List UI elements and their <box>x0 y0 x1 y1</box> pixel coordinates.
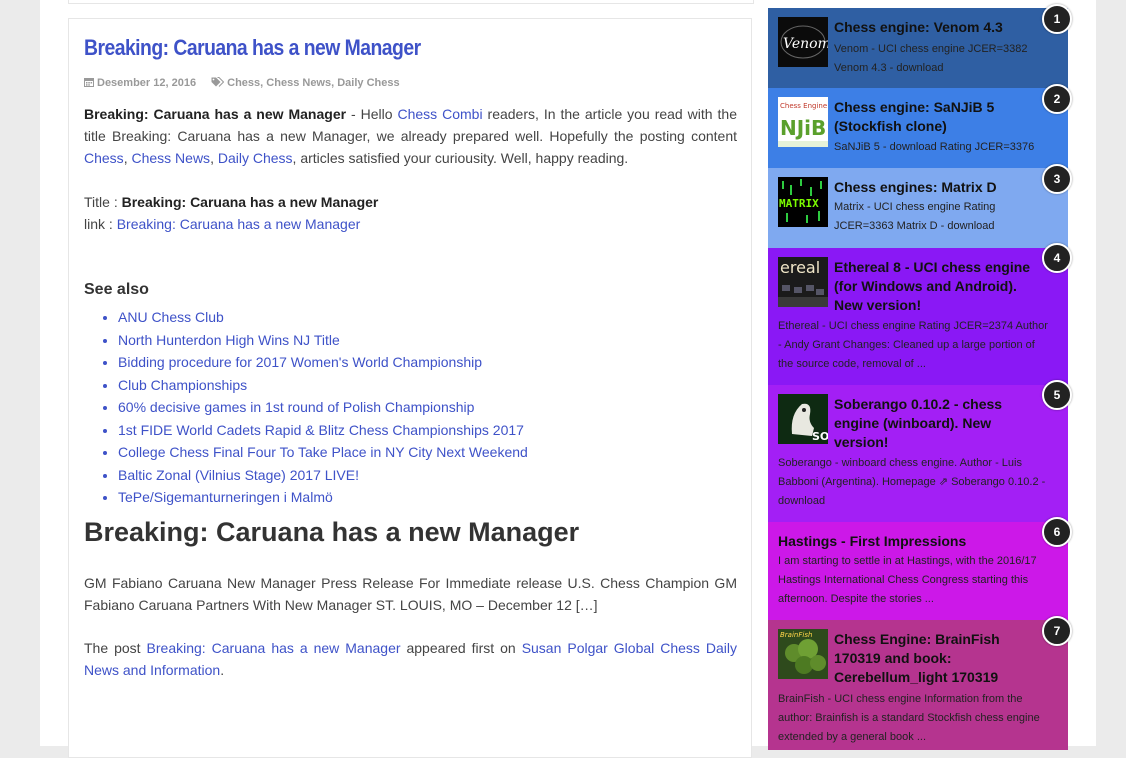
see-also-link[interactable]: North Hunterdon High Wins NJ Title <box>118 332 340 348</box>
post-thumbnail[interactable]: ereal <box>778 257 828 307</box>
post-excerpt: Soberango - winboard chess engine. Autho… <box>778 457 1046 507</box>
intro-paragraph: Breaking: Caruana has a new Manager - He… <box>84 106 737 166</box>
thumb-label: NJiB <box>780 116 826 140</box>
list-item: Baltic Zonal (Vilnius Stage) 2017 LIVE! <box>118 464 528 487</box>
thumb-label: MATRIX <box>779 197 819 210</box>
see-also-link[interactable]: TePe/Sigemanturneringen i Malmö <box>118 489 333 505</box>
list-item: Bidding procedure for 2017 Women's World… <box>118 351 528 374</box>
popular-post-1[interactable]: Venom Chess engine: Venom 4.3 Venom - UC… <box>768 8 1068 88</box>
post-title-link[interactable]: Chess Engine: BrainFish 170319 and book:… <box>834 630 1039 687</box>
meta-tag-chess-news[interactable]: Chess News <box>266 77 331 89</box>
post-date: Desember 12, 2016 <box>97 77 197 89</box>
post-tags: Chess, Chess News, Daily Chess <box>211 77 400 90</box>
calendar-icon <box>84 77 94 90</box>
list-item: 1st FIDE World Cadets Rapid & Blitz Ches… <box>118 419 528 442</box>
see-also-link[interactable]: Club Championships <box>118 377 247 393</box>
rank-badge: 2 <box>1042 84 1072 114</box>
popular-post-2[interactable]: Chess Engine NJiB Chess engine: SaNJiB 5 … <box>768 88 1068 168</box>
site-link[interactable]: Chess Combi <box>397 106 482 122</box>
post-excerpt: Venom - UCI chess engine JCER=3382 Venom… <box>834 43 1028 74</box>
popular-post-7[interactable]: BrainFish Chess Engine: BrainFish 170319… <box>768 620 1068 750</box>
permalink[interactable]: Breaking: Caruana has a new Manager <box>117 216 361 232</box>
popular-post-3[interactable]: MATRIX Chess engines: Matrix D Matrix - … <box>768 168 1068 248</box>
thumb-label: SO <box>812 430 828 443</box>
svg-text:Chess Engine: Chess Engine <box>780 102 827 110</box>
article-card: Breaking: Caruana has a new Manager Dese… <box>68 18 752 758</box>
intro-tag-daily-chess[interactable]: Daily Chess <box>218 150 293 166</box>
post-meta: Desember 12, 2016 Chess, Chess News, Dai… <box>84 77 400 90</box>
body-paragraph: GM Fabiano Caruana New Manager Press Rel… <box>84 575 737 613</box>
post-excerpt: Matrix - UCI chess engine Rating JCER=33… <box>834 201 996 232</box>
post-excerpt: SaNJiB 5 - download Rating JCER=3376 <box>834 141 1035 153</box>
post-thumbnail[interactable]: Chess Engine NJiB <box>778 97 828 147</box>
post-title-link[interactable]: Hastings - First Impressions <box>778 532 1038 551</box>
see-also-link[interactable]: College Chess Final Four To Take Place i… <box>118 444 528 460</box>
title-line: Title : Breaking: Caruana has a new Mana… <box>84 194 379 210</box>
see-also-link[interactable]: Bidding procedure for 2017 Women's World… <box>118 354 482 370</box>
post-thumbnail[interactable]: Venom <box>778 17 828 67</box>
see-also-link[interactable]: ANU Chess Club <box>118 309 224 325</box>
popular-post-4[interactable]: ereal Ethereal 8 - UCI chess engine (for… <box>768 248 1068 385</box>
post-title[interactable]: Breaking: Caruana has a new Manager <box>84 35 421 61</box>
popular-post-6[interactable]: Hastings - First Impressions I am starti… <box>768 522 1068 620</box>
rank-badge: 7 <box>1042 616 1072 646</box>
post-title-link[interactable]: Ethereal 8 - UCI chess engine (for Windo… <box>834 258 1039 315</box>
see-also-link[interactable]: Baltic Zonal (Vilnius Stage) 2017 LIVE! <box>118 467 359 483</box>
rank-badge: 6 <box>1042 517 1072 547</box>
intro-bold-title: Breaking: Caruana has a new Manager <box>84 106 347 122</box>
post-excerpt: I am starting to settle in at Hastings, … <box>778 555 1037 605</box>
post-thumbnail[interactable]: SO <box>778 394 828 444</box>
popular-posts-sidebar: Venom Chess engine: Venom 4.3 Venom - UC… <box>768 8 1068 750</box>
link-line: link : Breaking: Caruana has a new Manag… <box>84 216 361 232</box>
post-excerpt: BrainFish - UCI chess engine Information… <box>778 693 1040 743</box>
list-item: College Chess Final Four To Take Place i… <box>118 441 528 464</box>
rank-badge: 3 <box>1042 164 1072 194</box>
thumb-label: BrainFish <box>780 631 812 639</box>
see-also-link[interactable]: 1st FIDE World Cadets Rapid & Blitz Ches… <box>118 422 524 438</box>
intro-tag-chess[interactable]: Chess <box>84 150 124 166</box>
article-heading: Breaking: Caruana has a new Manager <box>84 517 580 547</box>
post-thumbnail[interactable]: BrainFish <box>778 629 828 679</box>
intro-tag-chess-news[interactable]: Chess News <box>131 150 210 166</box>
see-also-heading: See also <box>84 281 149 298</box>
source-paragraph: The post Breaking: Caruana has a new Man… <box>84 640 737 678</box>
post-link[interactable]: Breaking: Caruana has a new Manager <box>147 640 401 656</box>
post-title-link[interactable]: Chess engine: SaNJiB 5 (Stockfish clone) <box>834 98 1039 136</box>
popular-post-5[interactable]: SO Soberango 0.10.2 - chess engine (winb… <box>768 385 1068 522</box>
list-item: North Hunterdon High Wins NJ Title <box>118 329 528 352</box>
list-item: Club Championships <box>118 374 528 397</box>
meta-tag-chess[interactable]: Chess <box>227 77 260 89</box>
list-item: TePe/Sigemanturneringen i Malmö <box>118 486 528 509</box>
list-item: ANU Chess Club <box>118 306 528 329</box>
previous-post-box <box>68 0 754 4</box>
meta-tag-daily-chess[interactable]: Daily Chess <box>337 77 399 89</box>
tags-icon <box>211 77 225 90</box>
rank-badge: 1 <box>1042 4 1072 34</box>
see-also-link[interactable]: 60% decisive games in 1st round of Polis… <box>118 399 474 415</box>
post-title-link[interactable]: Chess engines: Matrix D <box>834 178 1039 197</box>
thumb-label: Venom <box>783 36 828 52</box>
post-title-link[interactable]: Chess engine: Venom 4.3 <box>834 18 1039 37</box>
post-title-link[interactable]: Soberango 0.10.2 - chess engine (winboar… <box>834 395 1039 452</box>
thumb-label: ereal <box>780 258 820 277</box>
list-item: 60% decisive games in 1st round of Polis… <box>118 396 528 419</box>
post-excerpt: Ethereal - UCI chess engine Rating JCER=… <box>778 320 1048 370</box>
rank-badge: 4 <box>1042 243 1072 273</box>
see-also-list: ANU Chess Club North Hunterdon High Wins… <box>84 306 528 509</box>
rank-badge: 5 <box>1042 380 1072 410</box>
post-thumbnail[interactable]: MATRIX <box>778 177 828 227</box>
